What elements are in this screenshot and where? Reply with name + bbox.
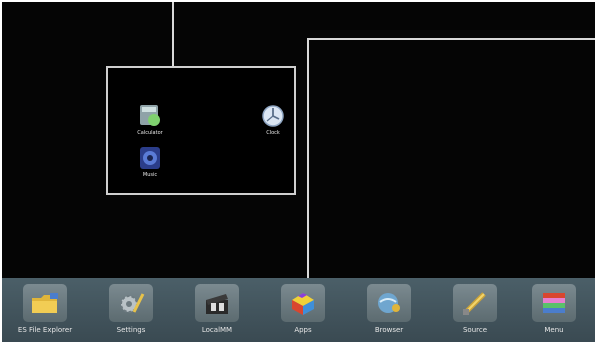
dock-item-source[interactable]: Source <box>438 284 512 334</box>
app-label: Calculator <box>137 130 163 136</box>
dock-item-label: Browser <box>374 326 404 334</box>
apps-panel: Calculator Clock Music <box>106 66 296 195</box>
film-clapper-icon <box>206 294 228 314</box>
browser-icon <box>378 293 400 313</box>
dock-item-label: Source <box>462 326 488 334</box>
dock-item-label: ES File Explorer <box>17 326 73 334</box>
dock-item-localmm[interactable]: LocalMM <box>180 284 254 334</box>
dock-item-browser[interactable]: Browser <box>352 284 426 334</box>
callout-line-apps-vertical <box>307 38 309 296</box>
dock-item-settings[interactable]: Settings <box>94 284 168 334</box>
music-icon <box>140 147 160 169</box>
dock-item-label: Menu <box>544 326 564 334</box>
menu-books-icon <box>543 293 565 313</box>
callout-line-apps-panel <box>172 2 174 68</box>
callout-line-apps-horizontal <box>307 38 595 40</box>
dock-item-label: Apps <box>294 326 312 334</box>
app-clock[interactable]: Clock <box>243 104 303 136</box>
dock-item-label: LocalMM <box>201 326 233 334</box>
app-label: Music <box>142 172 158 178</box>
dock-item-menu[interactable]: Menu <box>517 284 591 334</box>
apps-box-icon <box>292 293 314 315</box>
dock-item-es-file-explorer[interactable]: ES File Explorer <box>8 284 82 334</box>
app-label: Clock <box>266 130 280 136</box>
dock-item-apps[interactable]: Apps <box>266 284 340 334</box>
calculator-icon <box>140 105 160 126</box>
app-calculator[interactable]: Calculator <box>120 104 180 136</box>
folder-icon <box>32 293 58 313</box>
clock-icon <box>262 105 284 127</box>
app-music[interactable]: Music <box>120 146 180 178</box>
launcher-dock: ES File Explorer Settings LocalMM Apps B… <box>2 278 595 342</box>
dock-item-label: Settings <box>116 326 146 334</box>
tv-screen: Calculator Clock Music ES File Explorer … <box>2 2 595 342</box>
source-plug-icon <box>463 292 486 315</box>
settings-icon <box>120 293 145 313</box>
